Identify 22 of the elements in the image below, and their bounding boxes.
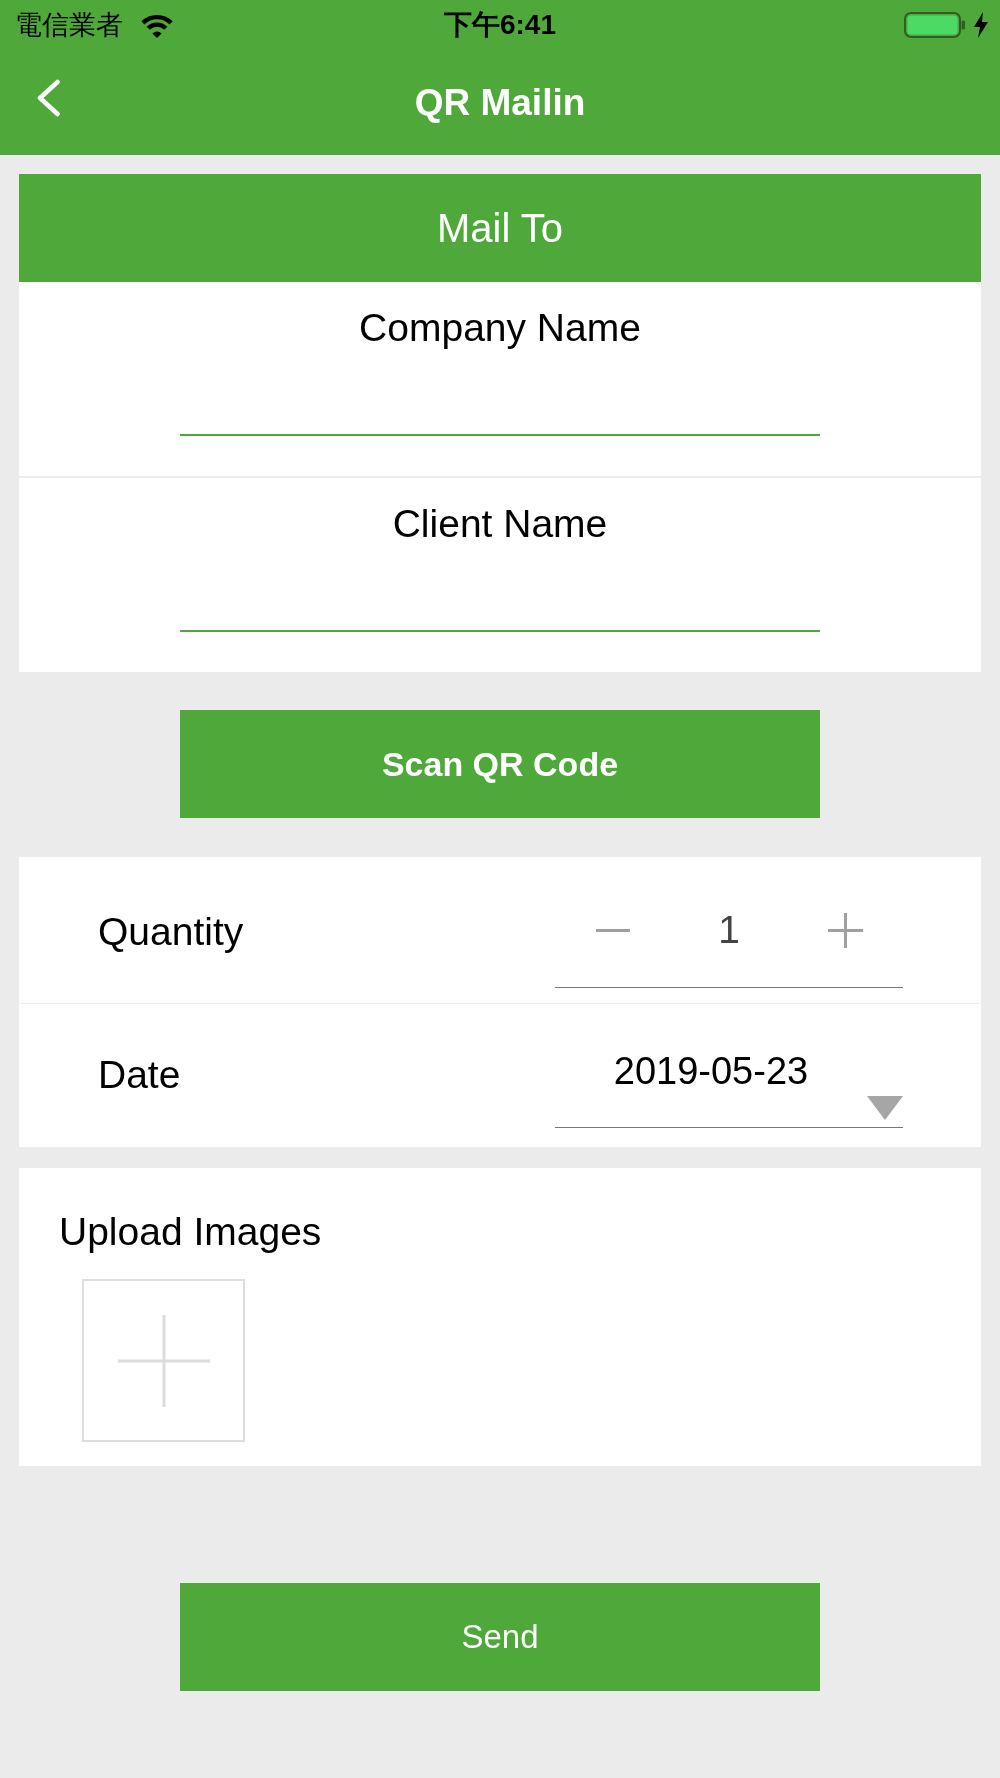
plus-icon — [827, 912, 863, 948]
status-time: 下午6:41 — [444, 9, 556, 41]
quantity-stepper[interactable]: 1 — [555, 897, 903, 988]
carrier-name: 電信業者 — [15, 9, 123, 41]
field-label: Quantity — [98, 909, 244, 955]
section-header: Mail To — [19, 174, 981, 282]
increase-button[interactable] — [827, 912, 863, 948]
plus-icon — [117, 1314, 210, 1407]
quantity-value: 1 — [718, 907, 740, 953]
wifi-icon — [140, 12, 174, 38]
field-label: Company Name — [359, 305, 641, 351]
battery-icon — [904, 12, 966, 38]
date-picker[interactable]: 2019-05-23 — [555, 1048, 903, 1128]
screen-title: QR Mailin — [414, 80, 586, 125]
field-label: Date — [98, 1052, 181, 1098]
back-icon — [36, 79, 61, 117]
decrease-button[interactable] — [596, 928, 630, 932]
field-label: Client Name — [392, 501, 608, 547]
charging-bolt-icon — [973, 12, 989, 38]
minus-icon — [596, 928, 630, 932]
dropdown-triangle-icon — [867, 1096, 903, 1120]
section-label: Upload Images — [59, 1209, 322, 1255]
